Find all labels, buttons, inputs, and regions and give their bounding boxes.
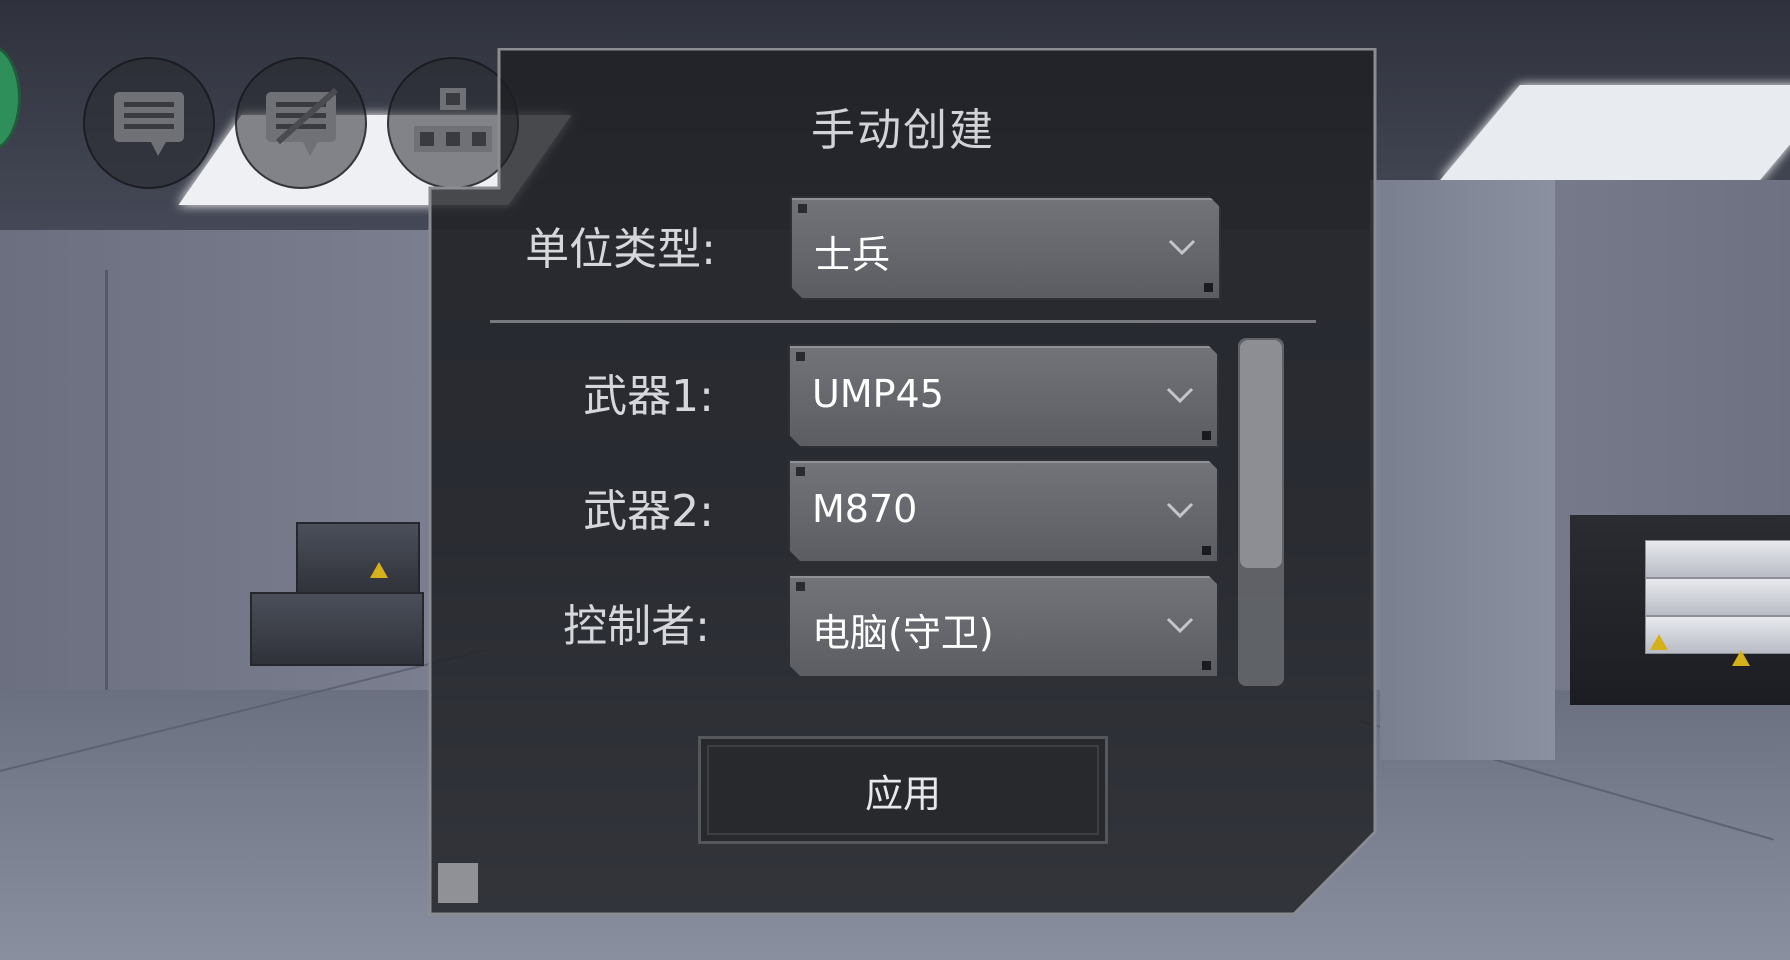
crate — [250, 592, 424, 666]
weapon2-dropdown[interactable]: M870 — [788, 459, 1219, 563]
weapon2-value: M870 — [812, 487, 918, 531]
manual-create-dialog: 手动创建 单位类型: 士兵 武器1: UMP45 武器2: M870 控制者: … — [428, 48, 1378, 916]
chat-bubble-icon — [114, 92, 184, 156]
unit-type-dropdown[interactable]: 士兵 — [790, 196, 1221, 300]
unit-type-value: 士兵 — [814, 233, 891, 277]
corner-marker — [796, 582, 805, 591]
warning-sign-icon — [370, 562, 388, 578]
apply-button[interactable]: 应用 — [698, 736, 1108, 844]
controller-value: 电脑(守卫) — [812, 611, 994, 655]
crate — [296, 522, 420, 596]
edit-chat-icon — [266, 87, 339, 156]
chevron-down-icon — [1167, 232, 1197, 262]
cabinet-drawer — [1645, 578, 1790, 616]
corner-marker — [1202, 431, 1211, 440]
edit-chat-button[interactable] — [235, 57, 367, 189]
weapon2-label: 武器2: — [583, 486, 714, 537]
chevron-down-icon — [1165, 495, 1195, 525]
pillar — [1380, 180, 1555, 760]
warning-sign-icon — [1732, 650, 1750, 666]
corner-marker — [1202, 546, 1211, 555]
chat-button[interactable] — [83, 57, 215, 189]
cabinet-drawer — [1645, 540, 1790, 578]
corner-marker — [796, 467, 805, 476]
corner-marker — [1202, 661, 1211, 670]
weapon1-value: UMP45 — [812, 372, 944, 416]
unit-type-label: 单位类型: — [525, 224, 716, 275]
resize-handle[interactable] — [438, 863, 478, 903]
corner-marker — [1204, 283, 1213, 292]
section-divider — [490, 320, 1316, 323]
weapon1-dropdown[interactable]: UMP45 — [788, 344, 1219, 448]
controller-dropdown[interactable]: 电脑(守卫) — [788, 574, 1219, 678]
wall-seam — [105, 270, 108, 690]
corner-marker — [798, 204, 807, 213]
apply-button-label: 应用 — [864, 771, 941, 816]
dialog-title: 手动创建 — [811, 105, 995, 156]
corner-marker — [796, 352, 805, 361]
warning-sign-icon — [1650, 634, 1668, 650]
chevron-down-icon — [1165, 610, 1195, 640]
weapon1-label: 武器1: — [583, 371, 714, 422]
controller-label: 控制者: — [563, 601, 710, 652]
chevron-down-icon — [1165, 380, 1195, 410]
scrollbar-thumb[interactable] — [1240, 340, 1282, 568]
